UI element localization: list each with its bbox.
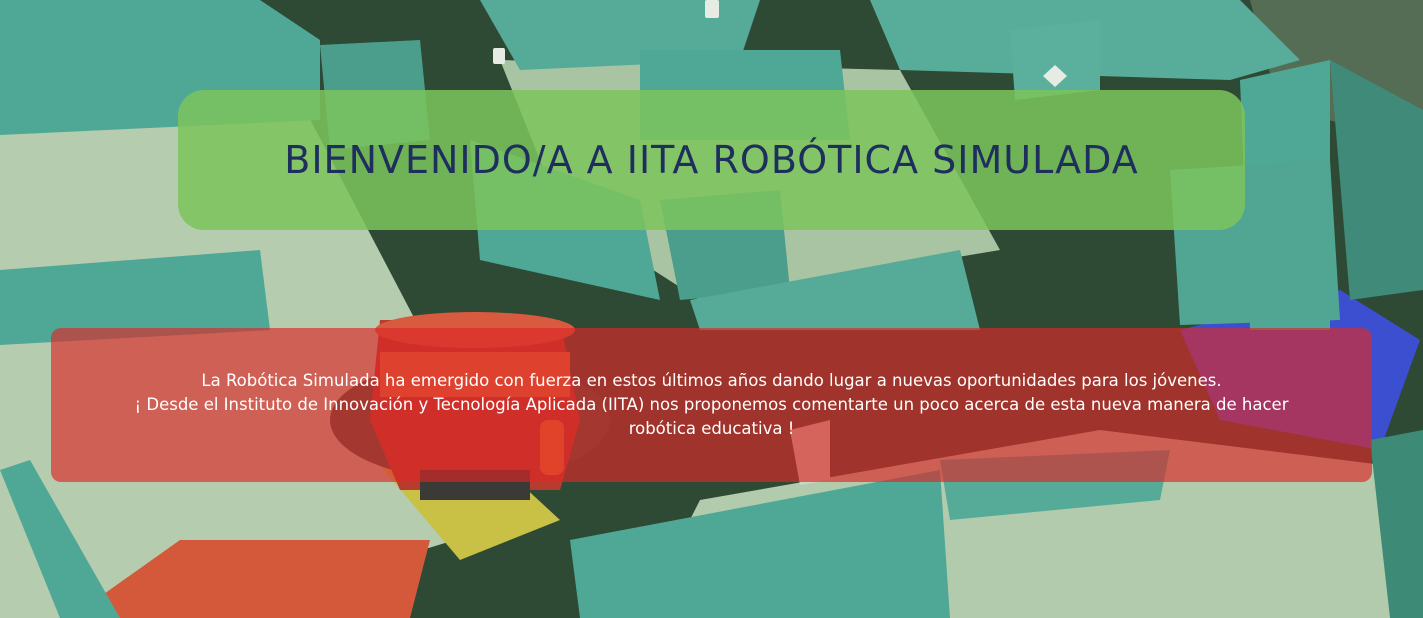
hero-section: BIENVENIDO/A A IITA ROBÓTICA SIMULADA La… [0,0,1423,618]
intro-line-2: ¡ Desde el Instituto de Innovación y Tec… [134,395,1289,438]
intro-panel: La Robótica Simulada ha emergido con fue… [51,328,1372,482]
intro-line-1: La Robótica Simulada ha emergido con fue… [201,371,1222,390]
welcome-title-panel: BIENVENIDO/A A IITA ROBÓTICA SIMULADA [178,90,1245,230]
intro-paragraph: La Robótica Simulada ha emergido con fue… [111,369,1312,441]
page-title: BIENVENIDO/A A IITA ROBÓTICA SIMULADA [284,138,1139,182]
